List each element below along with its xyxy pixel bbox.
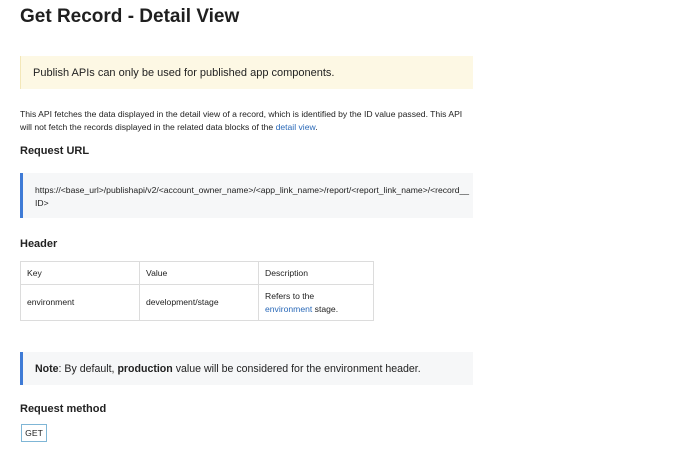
description-suffix: stage. xyxy=(312,303,339,314)
environment-link[interactable]: environment xyxy=(265,304,312,314)
method-badge: GET xyxy=(21,424,47,442)
request-url-heading: Request URL xyxy=(20,145,90,157)
header-heading: Header xyxy=(20,238,58,250)
description-text: This API fetches the data displayed in t… xyxy=(20,109,463,132)
note-bold-word: production xyxy=(117,363,173,375)
note-text-before: : By default, xyxy=(58,363,118,375)
notice-text: Publish APIs can only be used for publis… xyxy=(33,67,335,79)
table-row: environment development/stage Refers to … xyxy=(20,284,374,321)
api-description: This API fetches the data displayed in t… xyxy=(20,108,475,134)
note-callout: Note: By default, production value will … xyxy=(20,352,473,385)
header-table: Key Value Description environment develo… xyxy=(20,261,374,321)
column-header-value: Value xyxy=(139,261,259,285)
note-text: Note: By default, production value will … xyxy=(35,363,421,375)
page-title: Get Record - Detail View xyxy=(20,6,240,27)
detail-view-link[interactable]: detail view xyxy=(276,122,316,132)
table-header-row: Key Value Description xyxy=(20,261,374,285)
column-header-description: Description xyxy=(258,261,374,285)
publish-notice: Publish APIs can only be used for publis… xyxy=(20,56,473,89)
cell-key: environment xyxy=(20,284,140,321)
cell-description: Refers to the environment stage. xyxy=(258,284,374,321)
note-text-after: value will be considered for the environ… xyxy=(172,363,421,375)
description-end: . xyxy=(315,122,318,132)
note-label: Note xyxy=(35,363,59,375)
cell-value: development/stage xyxy=(139,284,259,321)
request-method-heading: Request method xyxy=(20,403,107,415)
request-url-code-block: https://<base_url>/publishapi/v2/<accoun… xyxy=(20,173,473,218)
request-url-text[interactable]: https://<base_url>/publishapi/v2/<accoun… xyxy=(35,184,470,210)
description-prefix: Refers to the xyxy=(265,290,315,301)
column-header-key: Key xyxy=(20,261,140,285)
